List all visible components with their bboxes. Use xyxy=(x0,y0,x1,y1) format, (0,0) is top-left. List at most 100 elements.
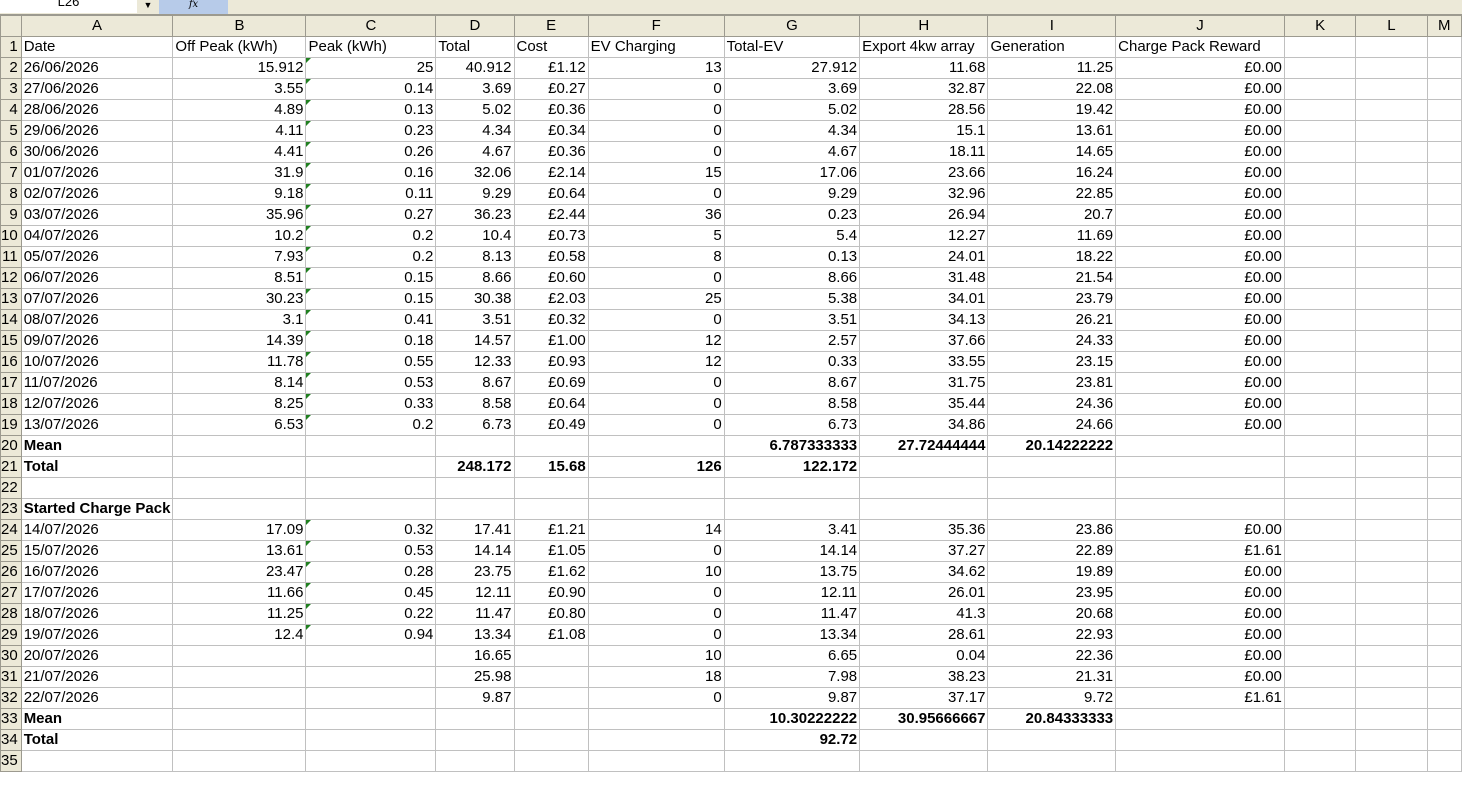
cell[interactable]: 14 xyxy=(587,519,725,541)
cell[interactable]: £2.14 xyxy=(513,162,589,184)
cell[interactable]: 3.41 xyxy=(723,519,861,541)
cell[interactable] xyxy=(1426,393,1462,415)
cell[interactable]: £0.58 xyxy=(513,246,589,268)
cell[interactable] xyxy=(859,750,989,772)
cell[interactable] xyxy=(435,708,515,730)
cell[interactable] xyxy=(1355,393,1428,415)
cell[interactable]: 5.02 xyxy=(435,99,515,121)
cell[interactable]: 0.15 xyxy=(305,267,437,289)
cell[interactable] xyxy=(513,498,589,520)
cell[interactable]: £0.00 xyxy=(1115,393,1285,415)
cell[interactable]: £1.21 xyxy=(513,519,589,541)
cell[interactable] xyxy=(1426,351,1462,373)
cell[interactable] xyxy=(1115,729,1285,751)
cell[interactable]: 0.45 xyxy=(305,582,437,604)
cell[interactable]: 11.69 xyxy=(987,225,1117,247)
cell[interactable]: 13.75 xyxy=(723,561,861,583)
cell[interactable]: £0.00 xyxy=(1115,414,1285,436)
cell[interactable]: 13.61 xyxy=(172,540,307,562)
cell[interactable]: 0.53 xyxy=(305,372,437,394)
cell[interactable]: 10.30222222 xyxy=(723,708,861,730)
cell[interactable]: 21.31 xyxy=(987,666,1117,688)
cell[interactable] xyxy=(987,729,1117,751)
cell[interactable]: £0.69 xyxy=(513,372,589,394)
cell[interactable]: 13 xyxy=(587,57,725,79)
cell[interactable] xyxy=(172,666,307,688)
cell[interactable] xyxy=(987,750,1117,772)
cell[interactable] xyxy=(1426,498,1462,520)
cell[interactable]: 22.89 xyxy=(987,540,1117,562)
cell[interactable]: 6.73 xyxy=(435,414,515,436)
cell[interactable]: 12/07/2026 xyxy=(20,393,174,415)
cell[interactable]: Mean xyxy=(20,708,174,730)
row-header[interactable]: 35 xyxy=(0,750,22,772)
cell[interactable]: 13.34 xyxy=(723,624,861,646)
cell[interactable]: £1.08 xyxy=(513,624,589,646)
cell[interactable]: 9.87 xyxy=(435,687,515,709)
cell[interactable]: 0.55 xyxy=(305,351,437,373)
cell[interactable] xyxy=(513,645,589,667)
cell[interactable] xyxy=(1426,225,1462,247)
cell[interactable] xyxy=(1283,708,1357,730)
cell[interactable]: 17/07/2026 xyxy=(20,582,174,604)
cell[interactable]: 8.67 xyxy=(723,372,861,394)
cell[interactable] xyxy=(1283,435,1357,457)
cell[interactable] xyxy=(1283,183,1357,205)
cell[interactable]: 17.06 xyxy=(723,162,861,184)
cell[interactable] xyxy=(1426,561,1462,583)
cell[interactable] xyxy=(305,477,437,499)
cell[interactable] xyxy=(1426,330,1462,352)
cell[interactable] xyxy=(1355,36,1428,58)
cell[interactable]: 8.25 xyxy=(172,393,307,415)
cell[interactable]: £0.00 xyxy=(1115,351,1285,373)
cell[interactable]: 0.14 xyxy=(305,78,437,100)
cell[interactable]: 41.3 xyxy=(859,603,989,625)
cell[interactable] xyxy=(1355,162,1428,184)
cell[interactable]: £0.00 xyxy=(1115,582,1285,604)
cell[interactable] xyxy=(1426,204,1462,226)
cell[interactable] xyxy=(1355,288,1428,310)
cell[interactable] xyxy=(1283,561,1357,583)
cell[interactable] xyxy=(1355,414,1428,436)
cell[interactable] xyxy=(859,729,989,751)
cell[interactable] xyxy=(1355,309,1428,331)
row-header[interactable]: 21 xyxy=(0,456,22,478)
cell[interactable] xyxy=(1426,78,1462,100)
cell[interactable]: Total xyxy=(20,729,174,751)
cell[interactable] xyxy=(859,456,989,478)
cell[interactable]: 9.29 xyxy=(723,183,861,205)
cell[interactable]: 10 xyxy=(587,645,725,667)
cell[interactable]: 23.86 xyxy=(987,519,1117,541)
cell[interactable]: 33.55 xyxy=(859,351,989,373)
row-header[interactable]: 1 xyxy=(0,36,22,58)
cell[interactable] xyxy=(1426,519,1462,541)
cell[interactable]: 15/07/2026 xyxy=(20,540,174,562)
row-header[interactable]: 13 xyxy=(0,288,22,310)
cell[interactable]: 12.33 xyxy=(435,351,515,373)
cell[interactable] xyxy=(1283,372,1357,394)
cell[interactable]: 8.67 xyxy=(435,372,515,394)
cell[interactable] xyxy=(1426,666,1462,688)
cell[interactable]: £0.00 xyxy=(1115,183,1285,205)
cell[interactable] xyxy=(513,729,589,751)
cell[interactable]: 29/06/2026 xyxy=(20,120,174,142)
cell[interactable]: £0.27 xyxy=(513,78,589,100)
cell[interactable] xyxy=(1115,477,1285,499)
cell[interactable] xyxy=(1355,666,1428,688)
cell[interactable]: 4.67 xyxy=(435,141,515,163)
cell[interactable] xyxy=(1355,99,1428,121)
cell[interactable] xyxy=(1283,330,1357,352)
cell[interactable] xyxy=(305,729,437,751)
cell[interactable] xyxy=(1283,519,1357,541)
cell[interactable]: 3.51 xyxy=(723,309,861,331)
cell[interactable]: £1.00 xyxy=(513,330,589,352)
cell[interactable]: 5.38 xyxy=(723,288,861,310)
cell[interactable]: 11.66 xyxy=(172,582,307,604)
cell[interactable]: 19.89 xyxy=(987,561,1117,583)
cell[interactable] xyxy=(1426,36,1462,58)
cell[interactable] xyxy=(1426,309,1462,331)
cell[interactable]: Generation xyxy=(987,36,1117,58)
cell[interactable]: 0 xyxy=(587,78,725,100)
cell[interactable] xyxy=(435,477,515,499)
cell[interactable]: 0.2 xyxy=(305,225,437,247)
